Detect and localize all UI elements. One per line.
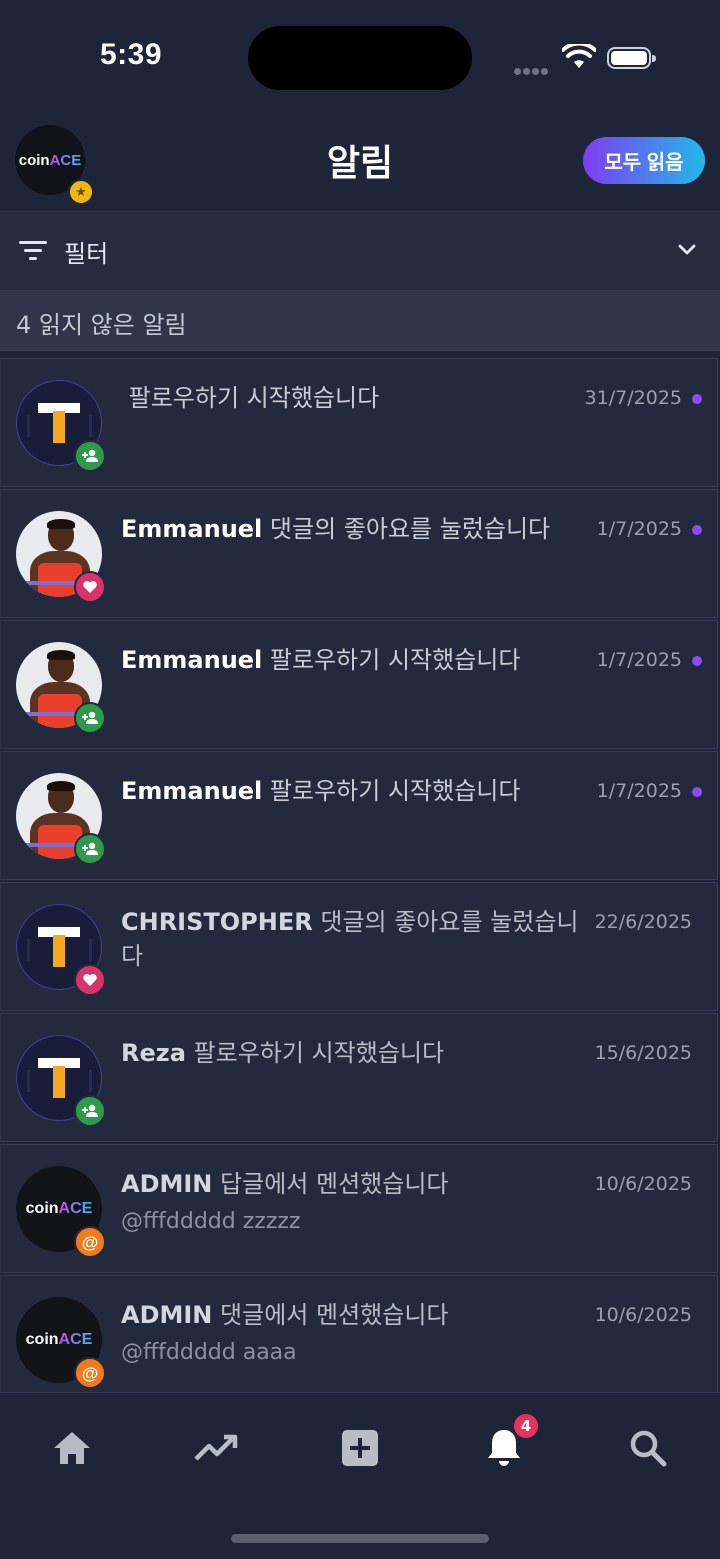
- notification-count-badge: 4: [512, 1412, 540, 1440]
- unread-count-text: 4 읽지 않은 알림: [16, 311, 187, 339]
- follow-badge-icon: [74, 702, 106, 734]
- status-bar: 5:39: [0, 0, 720, 110]
- notification-item[interactable]: Emmanuel 팔로우하기 시작했습니다 1/7/2025: [0, 620, 718, 749]
- notification-actor[interactable]: Emmanuel: [121, 777, 262, 805]
- filter-icon: [19, 240, 47, 266]
- notification-action: 팔로우하기 시작했습니다: [269, 646, 521, 674]
- notification-action: 답글에서 멘션했습니다: [220, 1170, 449, 1198]
- notification-snippet: @fffddddd aaaa: [121, 1340, 297, 1365]
- unread-summary-bar: 4 읽지 않은 알림: [0, 290, 720, 351]
- notification-date: 15/6/2025: [594, 1042, 692, 1064]
- filter-bar[interactable]: 필터: [0, 211, 720, 291]
- follow-badge-icon: [74, 833, 106, 865]
- follow-badge-icon: [74, 1095, 106, 1127]
- at-sign-icon: @: [74, 1357, 106, 1389]
- notification-message: Emmanuel 댓글의 좋아요를 눌렀습니다: [121, 512, 596, 546]
- notification-message: Emmanuel 팔로우하기 시작했습니다: [121, 643, 596, 677]
- notification-action: 팔로우하기 시작했습니다: [269, 777, 521, 805]
- notification-list: 팔로우하기 시작했습니다 31/7/2025 Emmanuel 댓글의 좋아요를 …: [0, 358, 720, 1406]
- mark-all-read-button[interactable]: 모두 읽음: [583, 137, 705, 184]
- notification-message: Reza 팔로우하기 시작했습니다: [121, 1036, 596, 1070]
- wifi-icon: [561, 41, 597, 74]
- dynamic-island: [248, 26, 472, 90]
- at-sign-icon: @: [74, 1226, 106, 1258]
- notification-item[interactable]: coinACE @ ADMIN 댓글에서 멘션했습니다 @fffddddd aaaa…: [0, 1275, 718, 1404]
- notification-action: 팔로우하기 시작했습니다: [193, 1039, 445, 1067]
- coinace-logo: coinACE: [25, 1331, 93, 1348]
- battery-icon: [607, 47, 656, 69]
- notification-message: 팔로우하기 시작했습니다: [121, 381, 596, 415]
- notification-item[interactable]: coinACE @ ADMIN 답글에서 멘션했습니다 @fffddddd zzzz…: [0, 1144, 718, 1273]
- notification-message: ADMIN 답글에서 멘션했습니다: [121, 1167, 596, 1201]
- notification-item[interactable]: Reza 팔로우하기 시작했습니다 15/6/2025: [0, 1013, 718, 1142]
- chevron-down-icon[interactable]: [677, 242, 697, 261]
- add-post-icon[interactable]: [330, 1423, 390, 1473]
- notification-item[interactable]: Emmanuel 댓글의 좋아요를 눌렀습니다 1/7/2025: [0, 489, 718, 618]
- notification-date: 1/7/2025: [596, 649, 682, 671]
- notification-date: 10/6/2025: [594, 1173, 692, 1195]
- notification-action: 팔로우하기 시작했습니다: [128, 384, 380, 412]
- filter-label: 필터: [64, 240, 109, 268]
- notification-message: Emmanuel 팔로우하기 시작했습니다: [121, 774, 596, 808]
- trending-icon[interactable]: [186, 1423, 246, 1473]
- notification-date: 31/7/2025: [584, 387, 682, 409]
- notification-message: ADMIN 댓글에서 멘션했습니다: [121, 1298, 596, 1332]
- cellular-signal-icon: [514, 60, 550, 79]
- heart-icon: [74, 571, 106, 603]
- notification-actor[interactable]: Reza: [121, 1039, 186, 1067]
- home-indicator: [231, 1534, 489, 1543]
- coinace-logo: coinACE: [25, 1200, 93, 1217]
- notification-date: 10/6/2025: [594, 1304, 692, 1326]
- search-icon[interactable]: [618, 1423, 678, 1473]
- unread-dot: [692, 394, 702, 404]
- notification-snippet: @fffddddd zzzzz: [121, 1209, 301, 1234]
- notification-actor[interactable]: Emmanuel: [121, 646, 262, 674]
- notification-date: 1/7/2025: [596, 780, 682, 802]
- notification-action: 댓글의 좋아요를 눌렀습니다: [269, 515, 551, 543]
- notification-message: CHRISTOPHER 댓글의 좋아요를 눌렀습니다: [121, 905, 596, 973]
- follow-badge-icon: [74, 440, 106, 472]
- notification-date: 22/6/2025: [594, 911, 692, 933]
- notification-item[interactable]: Emmanuel 팔로우하기 시작했습니다 1/7/2025: [0, 751, 718, 880]
- notification-actor[interactable]: CHRISTOPHER: [121, 908, 313, 936]
- status-time: 5:39: [100, 38, 163, 71]
- unread-dot: [692, 787, 702, 797]
- notification-date: 1/7/2025: [596, 518, 682, 540]
- app-header: coinACE ★ 알림 모두 읽음: [0, 110, 720, 210]
- notification-item[interactable]: CHRISTOPHER 댓글의 좋아요를 눌렀습니다 22/6/2025: [0, 882, 718, 1011]
- unread-dot: [692, 525, 702, 535]
- home-icon[interactable]: [42, 1423, 102, 1473]
- notification-actor[interactable]: ADMIN: [121, 1170, 212, 1198]
- notification-actor[interactable]: Emmanuel: [121, 515, 262, 543]
- notification-item[interactable]: 팔로우하기 시작했습니다 31/7/2025: [0, 358, 718, 487]
- unread-dot: [692, 656, 702, 666]
- notification-action: 댓글에서 멘션했습니다: [220, 1301, 449, 1329]
- heart-icon: [74, 964, 106, 996]
- notification-actor[interactable]: ADMIN: [121, 1301, 212, 1329]
